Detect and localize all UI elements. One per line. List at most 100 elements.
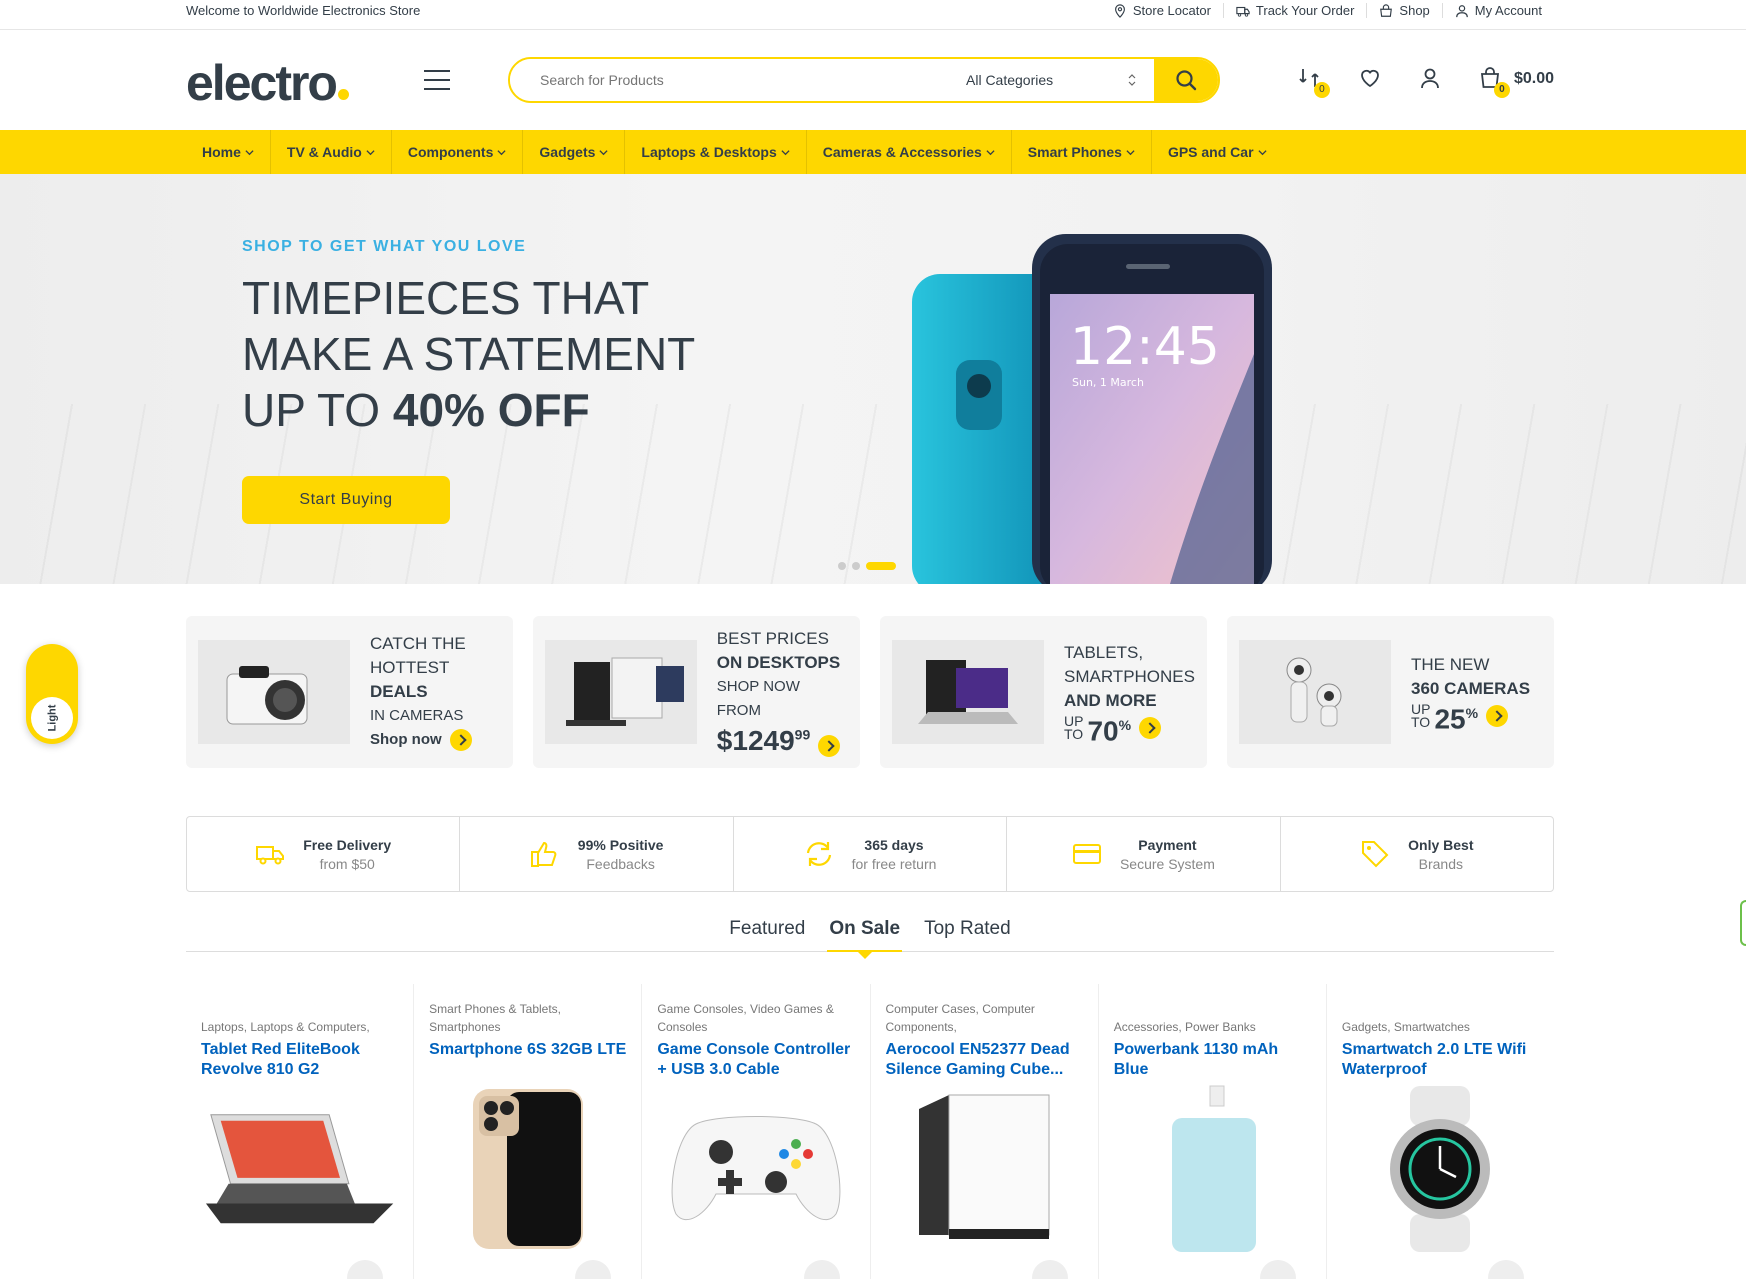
top-links: Store Locator Track Your Order Shop My A…: [1101, 3, 1554, 18]
arrow-right-icon[interactable]: [1139, 716, 1162, 739]
product-image[interactable]: [429, 1084, 626, 1254]
user-icon: [1455, 4, 1468, 17]
promo-card-360-cameras[interactable]: THE NEW 360 CAMERAS UP TO 25%: [1227, 616, 1554, 768]
my-account-link[interactable]: My Account: [1441, 3, 1554, 18]
product-image[interactable]: [657, 1084, 854, 1254]
add-to-cart-button[interactable]: [1488, 1260, 1525, 1279]
side-widget-tab[interactable]: [1740, 900, 1746, 946]
arrow-right-icon[interactable]: [1486, 704, 1509, 727]
product-title[interactable]: Smartwatch 2.0 LTE Wifi Waterproof: [1342, 1040, 1539, 1080]
promo-card-desktops[interactable]: BEST PRICES ON DESKTOPS SHOP NOW FROM $1…: [533, 616, 860, 768]
track-order-link[interactable]: Track Your Order: [1222, 3, 1367, 18]
promo-text: CATCH THE HOTTEST DEALS IN CAMERAS Shop …: [370, 632, 472, 752]
add-to-cart-button[interactable]: [1031, 1260, 1068, 1279]
product-category[interactable]: Smart Phones & Tablets, Smartphones: [429, 996, 626, 1036]
nav-item-gps-car[interactable]: GPS and Car: [1152, 130, 1283, 174]
nav-item-home[interactable]: Home: [186, 130, 271, 174]
nav-item-smart-phones[interactable]: Smart Phones: [1012, 130, 1152, 174]
product-card[interactable]: Accessories, Power Banks Powerbank 1130 …: [1099, 984, 1327, 1279]
add-to-cart-button[interactable]: [347, 1260, 384, 1279]
start-buying-button[interactable]: Start Buying: [242, 476, 450, 524]
product-card[interactable]: Computer Cases, Computer Components, Aer…: [871, 984, 1099, 1279]
feature-free-return: 365 days for free return: [734, 817, 1008, 891]
slider-dot-active[interactable]: [866, 562, 896, 570]
shop-now-link[interactable]: Shop now: [370, 731, 442, 748]
tab-on-sale[interactable]: On Sale: [827, 918, 903, 959]
promo-card-cameras[interactable]: CATCH THE HOTTEST DEALS IN CAMERAS Shop …: [186, 616, 513, 768]
category-select-value: All Categories: [966, 72, 1054, 88]
product-tabs: Featured On Sale Top Rated: [186, 918, 1554, 959]
hero-slider: SHOP TO GET WHAT YOU LOVE TIMEPIECES THA…: [0, 174, 1746, 584]
add-to-cart-button[interactable]: [803, 1260, 840, 1279]
search-bar: All Categories: [508, 57, 1220, 103]
product-card[interactable]: Smart Phones & Tablets, Smartphones Smar…: [414, 984, 643, 1279]
tag-icon: [1362, 841, 1389, 868]
credit-card-icon: [1072, 844, 1101, 864]
product-card[interactable]: Laptops, Laptops & Computers, Tablet Red…: [186, 984, 415, 1279]
product-card[interactable]: Game Consoles, Video Games & Consoles Ga…: [642, 984, 871, 1279]
tablets-image: [892, 640, 1044, 744]
nav-item-laptops-desktops[interactable]: Laptops & Desktops: [625, 130, 807, 174]
chevron-down-icon: [366, 149, 375, 155]
site-logo[interactable]: electro: [186, 54, 349, 112]
add-to-cart-button[interactable]: [1259, 1260, 1296, 1279]
truck-icon: [1236, 6, 1250, 17]
product-title[interactable]: Game Console Controller + USB 3.0 Cable: [657, 1040, 854, 1080]
account-button[interactable]: [1418, 66, 1444, 92]
promo-banners: CATCH THE HOTTEST DEALS IN CAMERAS Shop …: [186, 616, 1554, 768]
product-image[interactable]: [1114, 1084, 1311, 1254]
shop-link[interactable]: Shop: [1366, 3, 1441, 18]
add-to-cart-button[interactable]: [575, 1260, 612, 1279]
product-title[interactable]: Tablet Red EliteBook Revolve 810 G2: [201, 1040, 398, 1080]
chevron-down-icon: [1126, 149, 1135, 155]
feature-secure-payment: Payment Secure System: [1007, 817, 1281, 891]
promo-card-tablets[interactable]: TABLETS, SMARTPHONES AND MORE UP TO 70%: [880, 616, 1207, 768]
arrow-right-icon[interactable]: [818, 734, 841, 757]
product-card[interactable]: Gadgets, Smartwatches Smartwatch 2.0 LTE…: [1327, 984, 1554, 1279]
compare-button[interactable]: 0: [1298, 66, 1330, 98]
product-category[interactable]: Laptops, Laptops & Computers,: [201, 996, 398, 1036]
tab-featured[interactable]: Featured: [727, 918, 807, 952]
up-to-label: UP TO: [1411, 700, 1431, 730]
product-category[interactable]: Computer Cases, Computer Components,: [886, 996, 1083, 1036]
wishlist-button[interactable]: [1358, 66, 1384, 92]
nav-item-gadgets[interactable]: Gadgets: [523, 130, 626, 174]
product-category[interactable]: Game Consoles, Video Games & Consoles: [657, 996, 854, 1036]
store-locator-label: Store Locator: [1132, 3, 1211, 18]
slider-dot[interactable]: [838, 562, 846, 570]
product-image[interactable]: [201, 1084, 398, 1254]
bag-icon: [1380, 3, 1393, 17]
hero-pretitle: SHOP TO GET WHAT YOU LOVE: [242, 238, 527, 255]
search-icon: [1176, 70, 1197, 91]
store-locator-link[interactable]: Store Locator: [1101, 3, 1223, 18]
chevron-down-icon: [599, 149, 608, 155]
product-title[interactable]: Aerocool EN52377 Dead Silence Gaming Cub…: [886, 1040, 1083, 1080]
track-order-label: Track Your Order: [1255, 3, 1355, 18]
category-select[interactable]: All Categories: [934, 59, 1154, 101]
search-button[interactable]: [1154, 59, 1218, 101]
chevron-down-icon: [1257, 149, 1267, 155]
nav-item-components[interactable]: Components: [392, 130, 524, 174]
nav-item-cameras-accessories[interactable]: Cameras & Accessories: [807, 130, 1012, 174]
product-title[interactable]: Powerbank 1130 mAh Blue: [1114, 1040, 1311, 1080]
product-image[interactable]: [1342, 1084, 1539, 1254]
product-title[interactable]: Smartphone 6S 32GB LTE: [429, 1040, 626, 1080]
phone-time: 12:45: [1070, 317, 1220, 377]
product-category[interactable]: Gadgets, Smartwatches: [1342, 996, 1539, 1036]
product-category[interactable]: Accessories, Power Banks: [1114, 996, 1311, 1036]
tab-top-rated[interactable]: Top Rated: [922, 918, 1013, 952]
cart-button[interactable]: 0 $0.00: [1478, 66, 1554, 98]
theme-toggle[interactable]: Light: [26, 644, 78, 744]
heart-icon: [1361, 69, 1379, 88]
user-icon: [1421, 68, 1439, 89]
promo-percent: 70%: [1087, 715, 1132, 747]
arrow-right-icon[interactable]: [449, 729, 472, 752]
cart-total: $0.00: [1513, 70, 1554, 87]
select-arrows-icon: [1128, 74, 1136, 86]
menu-hamburger-icon[interactable]: [424, 70, 450, 90]
slider-dot[interactable]: [852, 562, 860, 570]
chevron-down-icon: [497, 149, 506, 155]
nav-item-tv-audio[interactable]: TV & Audio: [271, 130, 392, 174]
product-image[interactable]: [886, 1084, 1083, 1254]
search-input[interactable]: [510, 59, 934, 101]
